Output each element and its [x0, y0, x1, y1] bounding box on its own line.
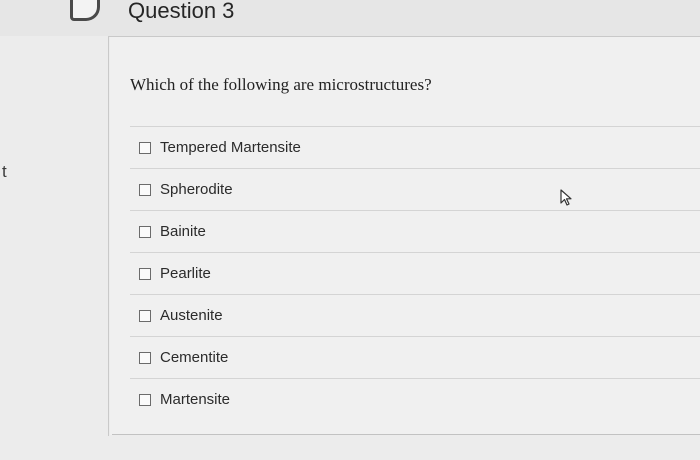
answer-list: Tempered Martensite Spherodite Bainite P… — [130, 126, 700, 420]
answer-option[interactable]: Austenite — [130, 294, 700, 336]
side-text: t — [2, 162, 7, 181]
checkbox[interactable] — [139, 225, 151, 238]
checkbox[interactable] — [139, 141, 151, 154]
checkbox[interactable] — [139, 183, 151, 196]
answer-label: Martensite — [160, 391, 231, 408]
question-header: Question 3 — [0, 0, 700, 36]
answer-option[interactable]: Spherodite — [130, 168, 700, 210]
answer-label: Spherodite — [160, 181, 233, 198]
mouse-pointer-icon — [560, 189, 572, 206]
answer-label: Pearlite — [160, 265, 211, 282]
checkbox[interactable] — [139, 309, 151, 322]
checkbox[interactable] — [139, 393, 151, 406]
question-prompt: Which of the following are microstructur… — [130, 75, 432, 94]
bottom-divider — [112, 434, 700, 435]
question-title: Question 3 — [128, 0, 235, 23]
checkbox[interactable] — [139, 351, 151, 364]
answer-option[interactable]: Martensite — [130, 378, 700, 420]
answer-label: Bainite — [160, 223, 206, 240]
answer-label: Austenite — [160, 307, 223, 324]
left-divider — [108, 36, 109, 436]
answer-option[interactable]: Pearlite — [130, 252, 700, 294]
checkbox[interactable] — [139, 267, 151, 280]
answer-option[interactable]: Bainite — [130, 210, 700, 252]
flag-icon[interactable] — [70, 0, 100, 21]
answer-option[interactable]: Tempered Martensite — [130, 126, 700, 168]
answer-label: Cementite — [160, 349, 229, 366]
answer-option[interactable]: Cementite — [130, 336, 700, 378]
answer-label: Tempered Martensite — [160, 139, 301, 156]
